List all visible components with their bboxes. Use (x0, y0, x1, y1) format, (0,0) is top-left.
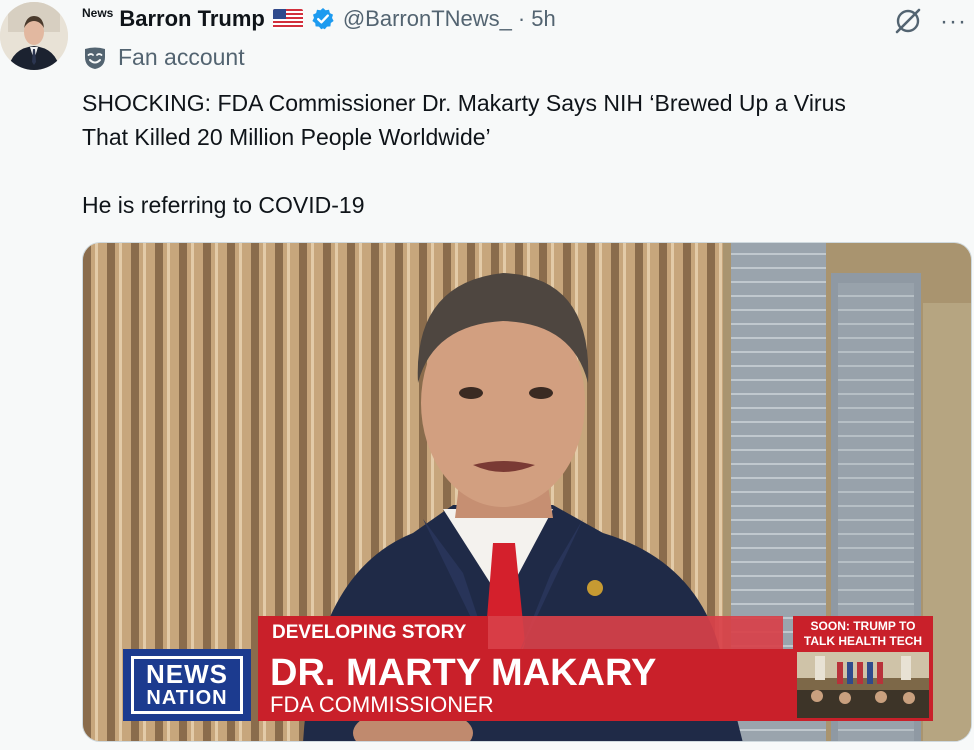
news-mark: News (82, 6, 114, 20)
tweet-text-line: He is referring to COVID-19 (82, 192, 365, 218)
mask-icon (82, 45, 108, 71)
guest-name-bar: DR. MARTY MAKARY FDA COMMISSIONER (258, 649, 793, 721)
tweet-text-line: SHOCKING: FDA Commissioner Dr. Makarty S… (82, 90, 846, 116)
display-name[interactable]: Barron Trump (119, 6, 264, 32)
verified-badge-icon[interactable] (311, 7, 335, 31)
up-next-box: SOON: TRUMP TO TALK HEALTH TECH (793, 616, 933, 721)
newsnation-logo: NEWS NATION (123, 649, 251, 721)
grok-icon[interactable] (893, 6, 923, 36)
avatar[interactable] (0, 2, 68, 70)
account-label-text: Fan account (118, 44, 245, 70)
tweet-text-line: That Killed 20 Million People Worldwide’ (82, 124, 491, 150)
more-icon[interactable]: ··· (940, 8, 967, 36)
post-time[interactable]: 5h (531, 6, 555, 32)
logo-top-text: NEWS (146, 659, 228, 689)
banner-strip (488, 616, 783, 649)
up-next-line: TALK HEALTH TECH (803, 634, 923, 648)
up-next-line: SOON: TRUMP TO (810, 619, 916, 633)
avatar-image (0, 2, 68, 70)
tweet-header: News Barron Trump @BarronTNews_ · 5h (82, 4, 556, 34)
account-label: Fan account (82, 44, 245, 71)
logo-bottom-text: NATION (146, 687, 228, 709)
guest-title: FDA COMMISSIONER (270, 692, 494, 717)
user-handle[interactable]: @BarronTNews_ (343, 6, 512, 32)
guest-name: DR. MARTY MAKARY (270, 652, 657, 694)
media-image[interactable]: DEVELOPING STORY NEWS NATION DR. MARTY M… (82, 242, 972, 742)
tweet-text: SHOCKING: FDA Commissioner Dr. Makarty S… (82, 86, 952, 222)
lower-third: DEVELOPING STORY NEWS NATION DR. MARTY M… (83, 243, 971, 741)
flag-us-icon (272, 9, 303, 29)
up-next-thumbnail (797, 652, 929, 718)
separator-dot: · (517, 6, 526, 31)
developing-story-banner: DEVELOPING STORY (258, 616, 488, 649)
